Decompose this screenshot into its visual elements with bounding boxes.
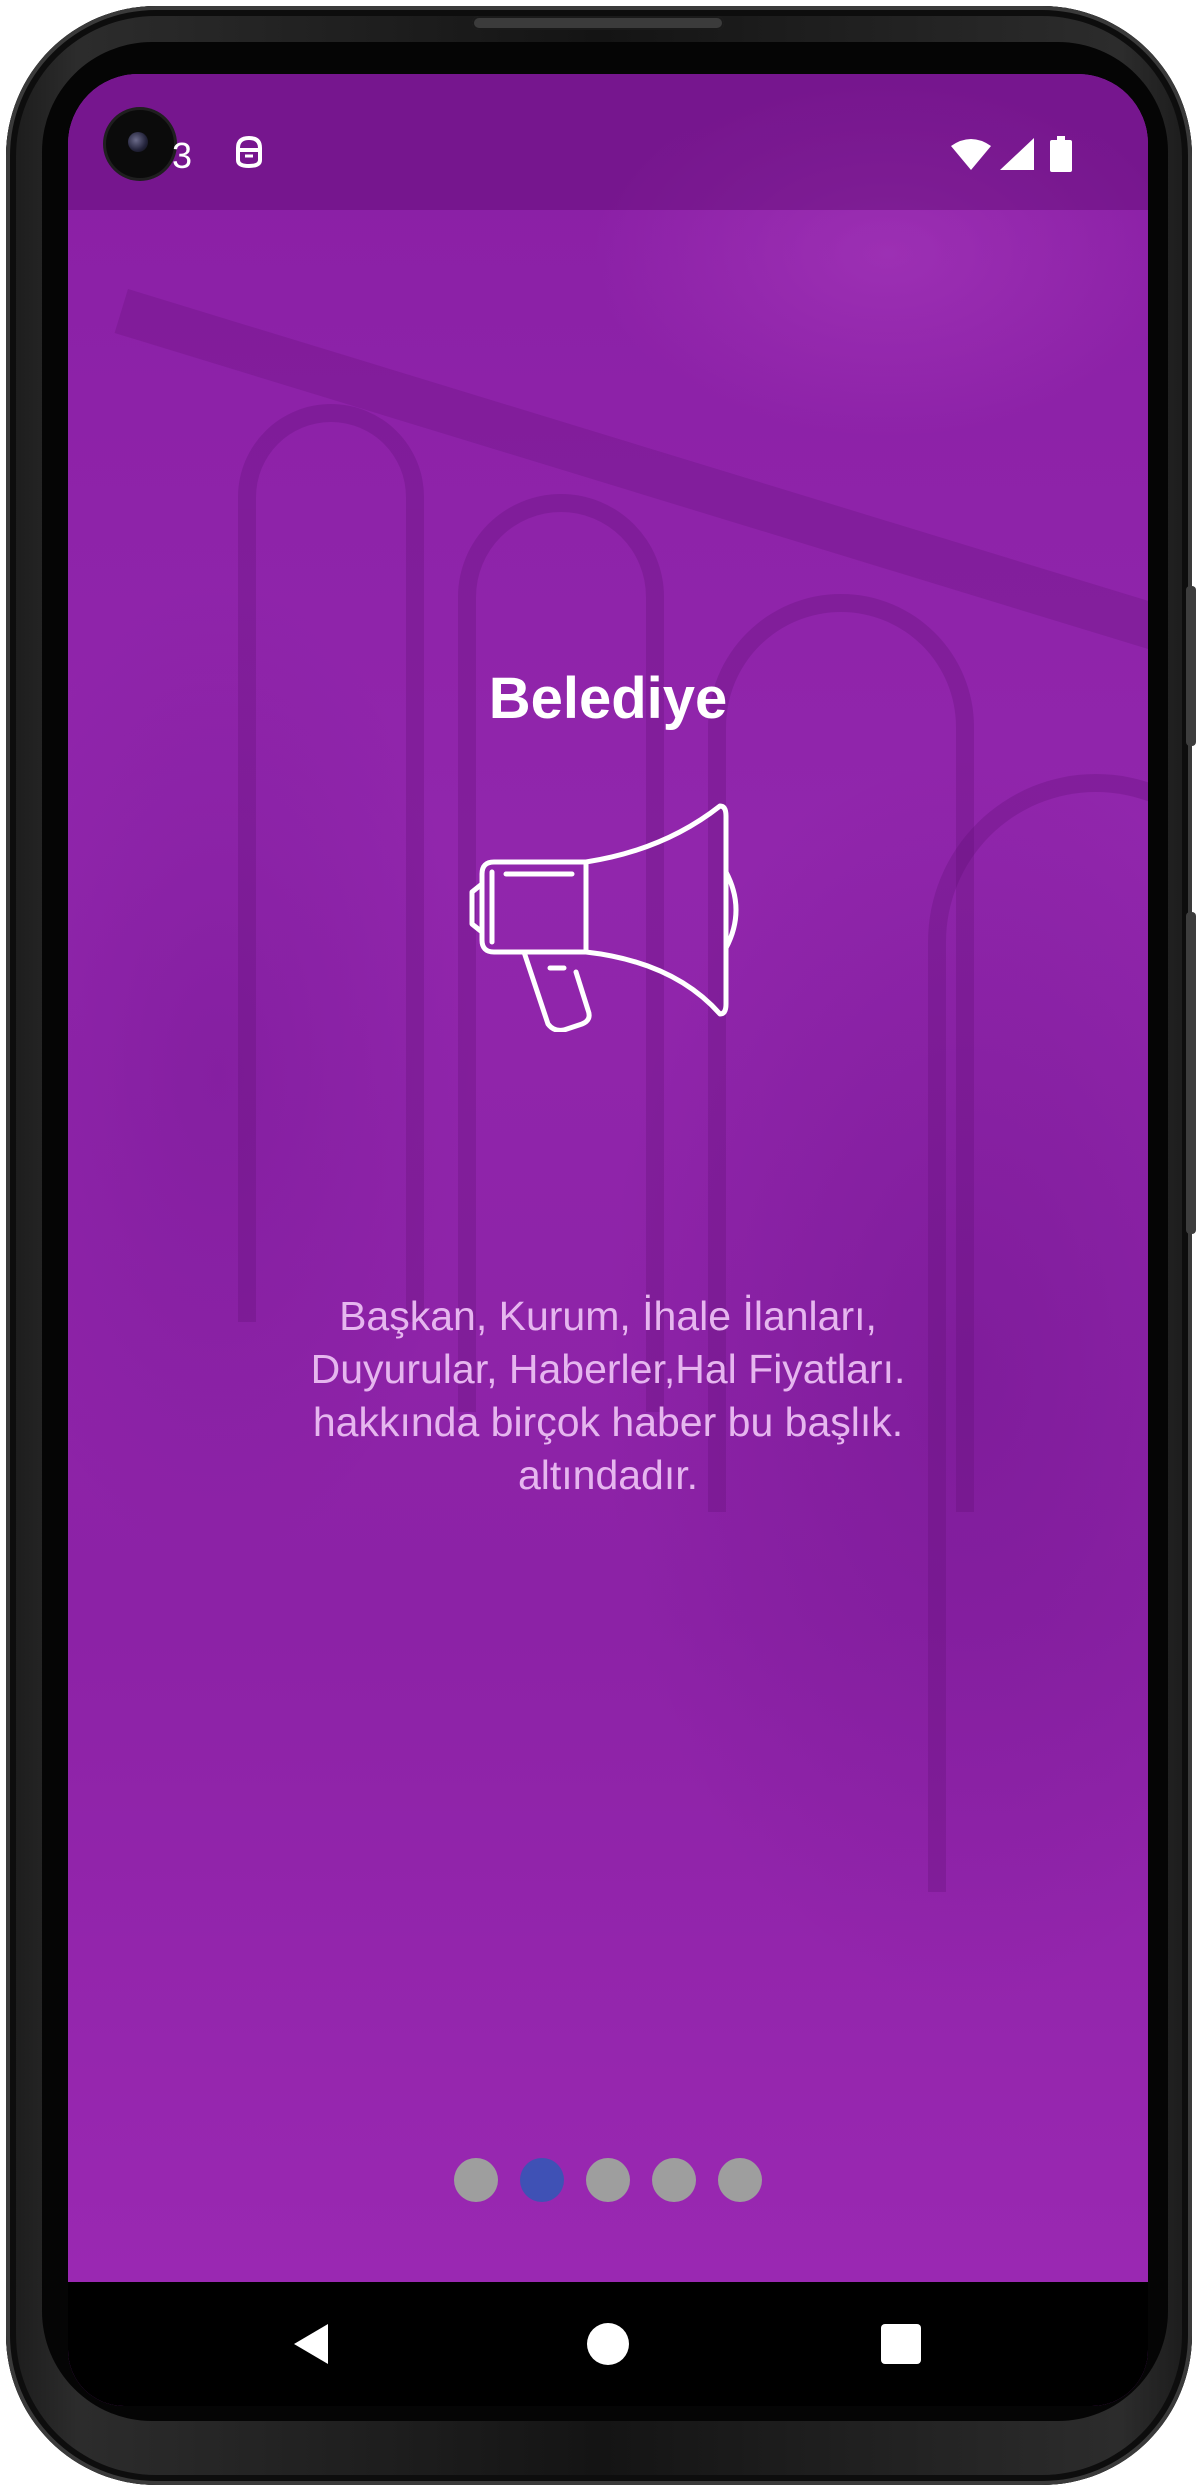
- assistant-icon: [234, 134, 264, 175]
- page-dot-2-active[interactable]: [520, 2158, 564, 2202]
- description-line: altındadır.: [517, 1452, 699, 1498]
- status-bar: 3: [68, 74, 1148, 210]
- status-time: 3: [172, 135, 193, 176]
- phone-frame: 3 Belediye Başkan, Kurum, İhale İlanları…: [6, 6, 1196, 2485]
- description-line: Duyurular, Haberler,Hal Fiyatları.: [310, 1346, 906, 1392]
- page-indicator: [454, 2158, 764, 2206]
- home-icon[interactable]: [578, 2314, 638, 2374]
- front-camera: [106, 110, 174, 178]
- page-dot-1[interactable]: [454, 2158, 498, 2202]
- power-button: [1186, 912, 1196, 1234]
- bridge-arch-shape: [238, 404, 424, 1322]
- recents-icon[interactable]: [871, 2314, 931, 2374]
- background-photo: [68, 74, 1148, 2284]
- cellular-signal-icon: [1000, 138, 1034, 175]
- wifi-icon: [950, 138, 992, 175]
- page-dot-4[interactable]: [652, 2158, 696, 2202]
- volume-button: [1186, 586, 1196, 746]
- page-dot-3[interactable]: [586, 2158, 630, 2202]
- megaphone-icon: [464, 800, 750, 1037]
- back-icon[interactable]: [284, 2314, 344, 2374]
- battery-icon: [1050, 136, 1072, 177]
- navigation-bar: [68, 2282, 1148, 2406]
- description-text: Başkan, Kurum, İhale İlanları, Duyurular…: [208, 1290, 1008, 1502]
- description-line: hakkında birçok haber bu başlık.: [312, 1399, 904, 1445]
- app-screen: 3 Belediye Başkan, Kurum, İhale İlanları…: [68, 74, 1148, 2406]
- page-dot-5[interactable]: [718, 2158, 762, 2202]
- description-line: Başkan, Kurum, İhale İlanları,: [339, 1293, 877, 1339]
- page-title: Belediye: [488, 666, 728, 731]
- earpiece-speaker: [472, 16, 724, 30]
